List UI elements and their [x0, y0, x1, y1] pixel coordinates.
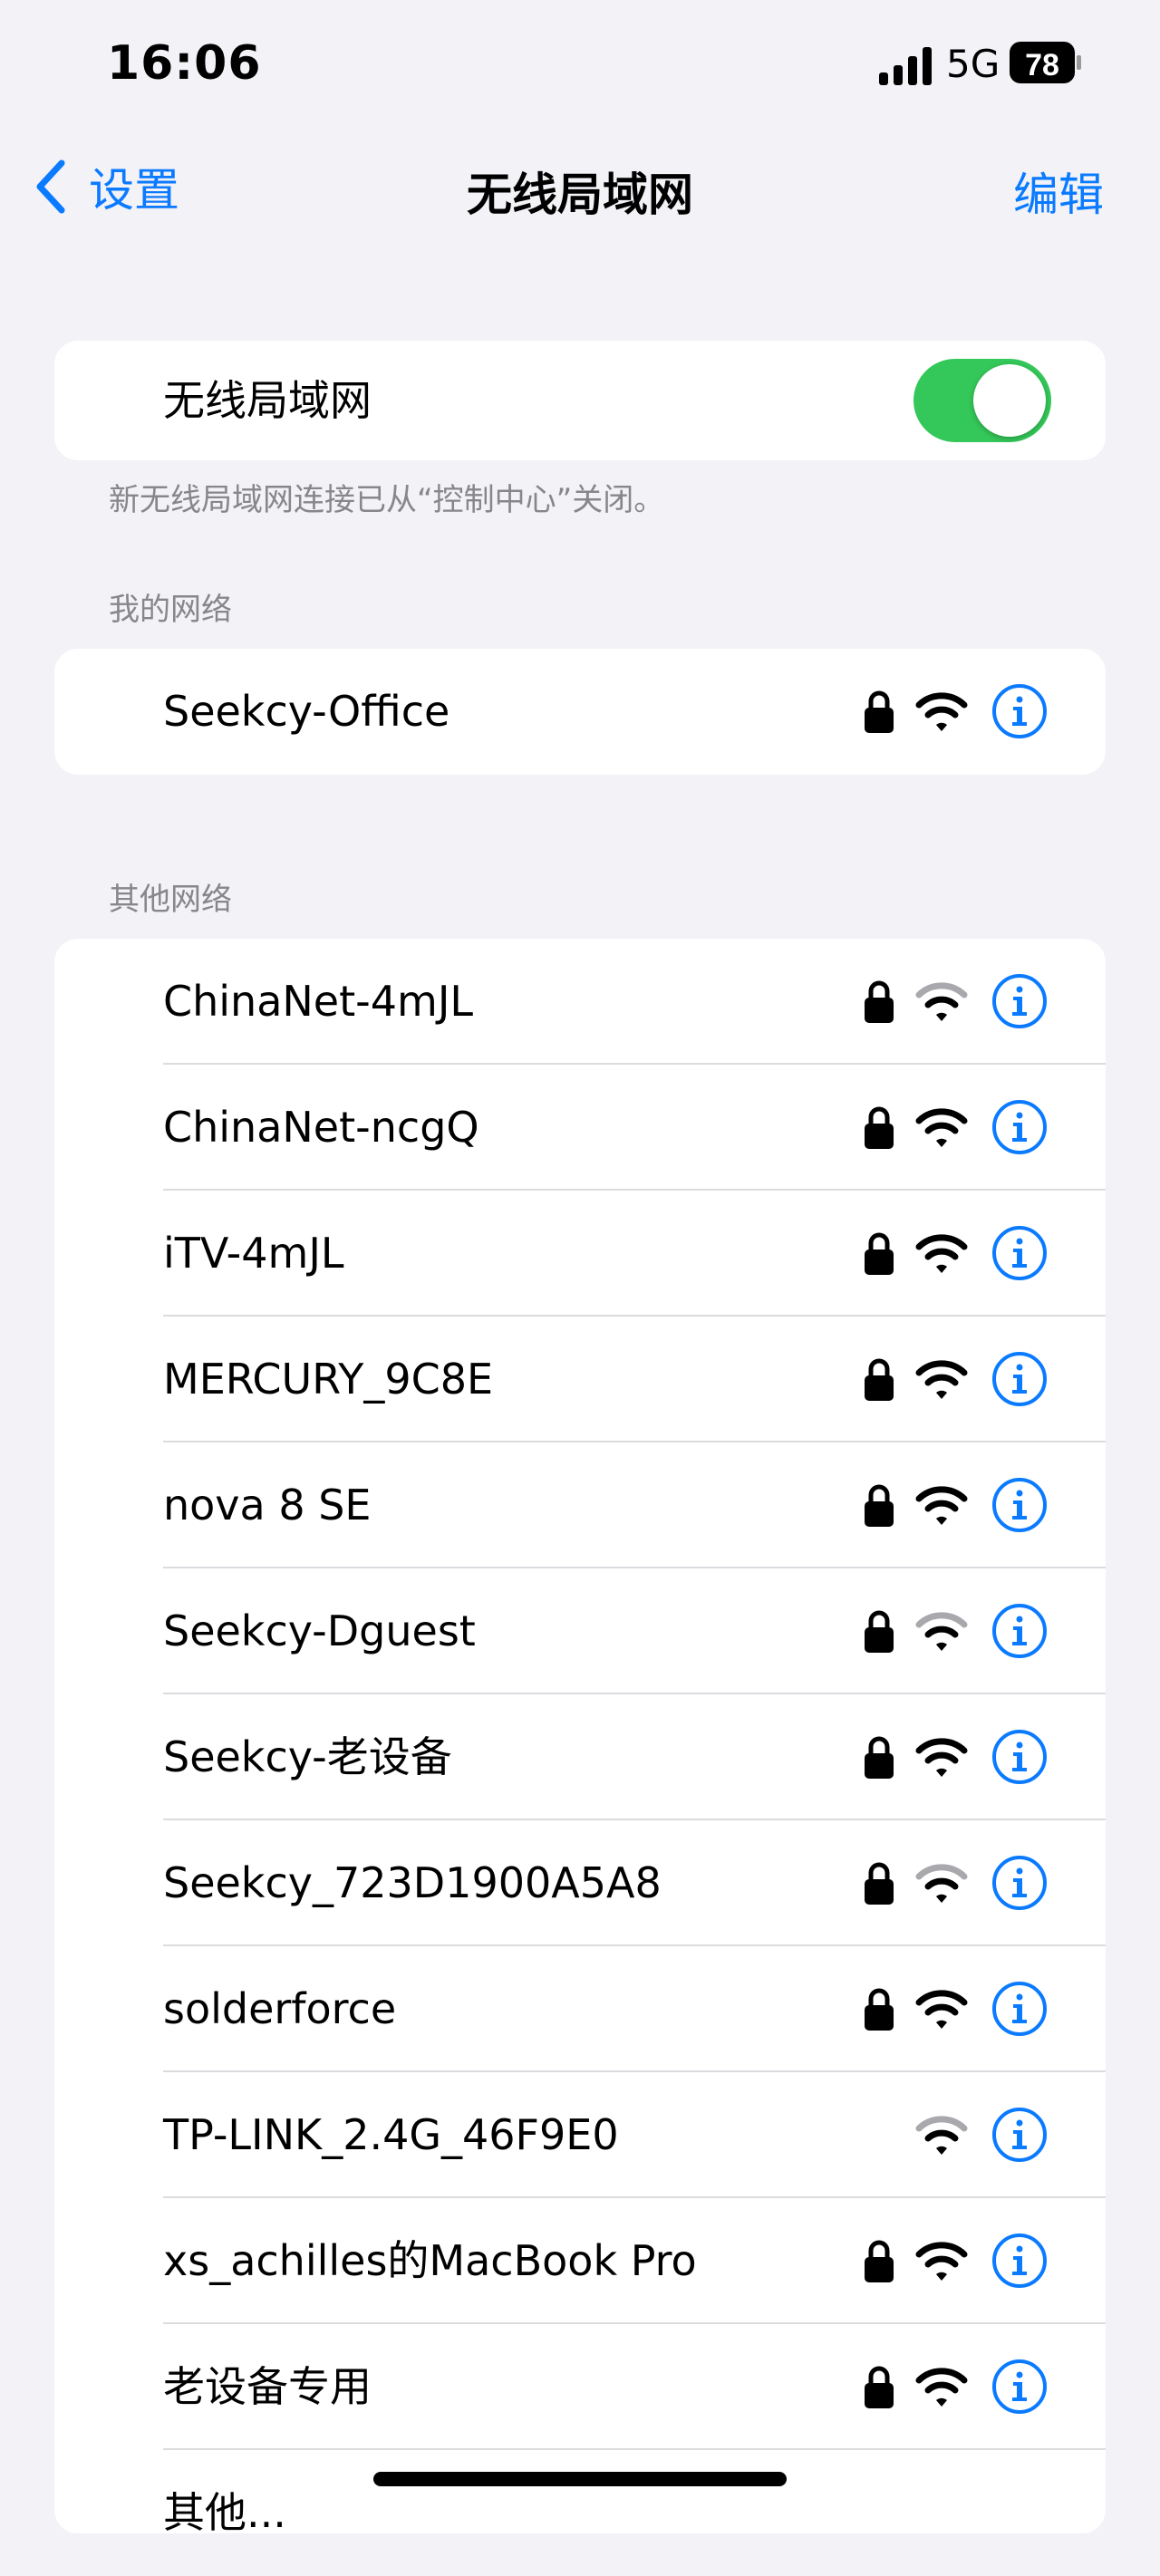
lock-icon [865, 1862, 894, 1905]
network-row[interactable]: iTV-4mJL [54, 1191, 1106, 1317]
lock-icon [865, 1988, 894, 2031]
lock-icon [865, 1484, 894, 1527]
home-indicator [373, 2472, 787, 2486]
wifi-signal-icon [915, 1234, 968, 1273]
info-icon[interactable] [991, 973, 1048, 1029]
network-name: TP-LINK_2.4G_46F9E0 [163, 2110, 619, 2159]
battery-icon: 78 [1010, 42, 1081, 83]
network-row[interactable]: ChinaNet-ncgQ [54, 1065, 1106, 1191]
wifi-signal-icon [915, 1738, 968, 1777]
other-networks-list: ChinaNet-4mJL ChinaNet-ncgQ iTV-4mJL MERCUR… [54, 939, 1106, 2537]
page-title: 无线局域网 [467, 169, 693, 221]
network-row[interactable]: solderforce [54, 1946, 1106, 2072]
wifi-signal-icon [915, 982, 968, 1021]
wifi-signal-icon [915, 1360, 968, 1399]
lock-icon [865, 1358, 894, 1401]
lock-icon [865, 1736, 894, 1779]
network-name: Seekcy-Office [163, 687, 450, 736]
info-icon[interactable] [991, 1225, 1048, 1281]
network-row[interactable]: ChinaNet-4mJL [54, 939, 1106, 1065]
wifi-signal-icon [915, 2116, 968, 2155]
info-icon[interactable] [991, 2233, 1048, 2289]
network-name: solderforce [163, 1984, 397, 2033]
network-name: iTV-4mJL [163, 1229, 344, 1278]
network-row[interactable]: Seekcy_723D1900A5A8 [54, 1820, 1106, 1946]
my-networks-header: 我的网络 [109, 592, 232, 628]
network-name: ChinaNet-4mJL [163, 977, 474, 1026]
wifi-signal-icon [915, 1612, 968, 1651]
info-icon[interactable] [991, 1099, 1048, 1155]
edit-button[interactable]: 编辑 [1013, 159, 1104, 224]
network-name: 老设备专用 [163, 2362, 372, 2411]
network-row[interactable]: MERCURY_9C8E [54, 1317, 1106, 1442]
network-row[interactable]: Seekcy-Office [54, 649, 1106, 775]
network-name: Seekcy-Dguest [163, 1606, 476, 1655]
network-row[interactable]: Seekcy-Dguest [54, 1568, 1106, 1694]
lock-icon [865, 2366, 894, 2408]
network-name: Seekcy_723D1900A5A8 [163, 1858, 662, 1907]
info-icon[interactable] [991, 1477, 1048, 1533]
lock-icon [865, 1232, 894, 1275]
lock-icon [865, 980, 894, 1023]
network-row[interactable]: Seekcy-老设备 [54, 1694, 1106, 1820]
wifi-toggle-card: 无线局域网 [54, 341, 1106, 460]
toggle-knob [973, 364, 1046, 437]
network-name: MERCURY_9C8E [163, 1355, 494, 1404]
wifi-toggle-switch[interactable] [914, 359, 1051, 442]
wifi-signal-icon [915, 692, 968, 731]
wifi-signal-icon [915, 2368, 968, 2407]
network-row[interactable]: nova 8 SE [54, 1442, 1106, 1568]
network-type: 5G [946, 42, 1000, 86]
wifi-signal-icon [915, 1486, 968, 1525]
network-name: 其他... [163, 2488, 286, 2537]
info-icon[interactable] [991, 1603, 1048, 1659]
network-name: Seekcy-老设备 [163, 1732, 452, 1781]
status-time: 16:06 [107, 36, 262, 91]
network-row[interactable]: 老设备专用 [54, 2324, 1106, 2450]
info-icon[interactable] [991, 2359, 1048, 2415]
lock-icon [865, 1106, 894, 1149]
wifi-signal-icon [915, 1990, 968, 2029]
network-name: ChinaNet-ncgQ [163, 1103, 479, 1152]
wifi-signal-icon [915, 1108, 968, 1147]
lock-icon [865, 2240, 894, 2282]
network-name: nova 8 SE [163, 1481, 372, 1529]
other-networks-header: 其他网络 [109, 882, 232, 918]
lock-icon [865, 1610, 894, 1653]
cellular-signal-icon [879, 47, 932, 85]
info-icon[interactable] [991, 1855, 1048, 1911]
wifi-signal-icon [915, 1864, 968, 1903]
wifi-note: 新无线局域网连接已从“控制中心”关闭。 [109, 482, 665, 518]
lock-icon [865, 690, 894, 733]
wifi-toggle-row: 无线局域网 [54, 341, 1106, 460]
info-icon[interactable] [991, 2107, 1048, 2163]
network-name: xs_achilles的MacBook Pro [163, 2236, 697, 2285]
my-networks-list: Seekcy-Office [54, 649, 1106, 775]
info-icon[interactable] [991, 683, 1048, 739]
info-icon[interactable] [991, 1351, 1048, 1407]
network-row[interactable]: xs_achilles的MacBook Pro [54, 2198, 1106, 2324]
info-icon[interactable] [991, 1729, 1048, 1785]
network-row[interactable]: TP-LINK_2.4G_46F9E0 [54, 2072, 1106, 2198]
battery-level: 78 [1025, 48, 1059, 82]
network-row[interactable]: 其他... [54, 2450, 1106, 2576]
wifi-signal-icon [915, 2242, 968, 2281]
info-icon[interactable] [991, 1981, 1048, 2037]
wifi-toggle-label: 无线局域网 [163, 376, 372, 425]
